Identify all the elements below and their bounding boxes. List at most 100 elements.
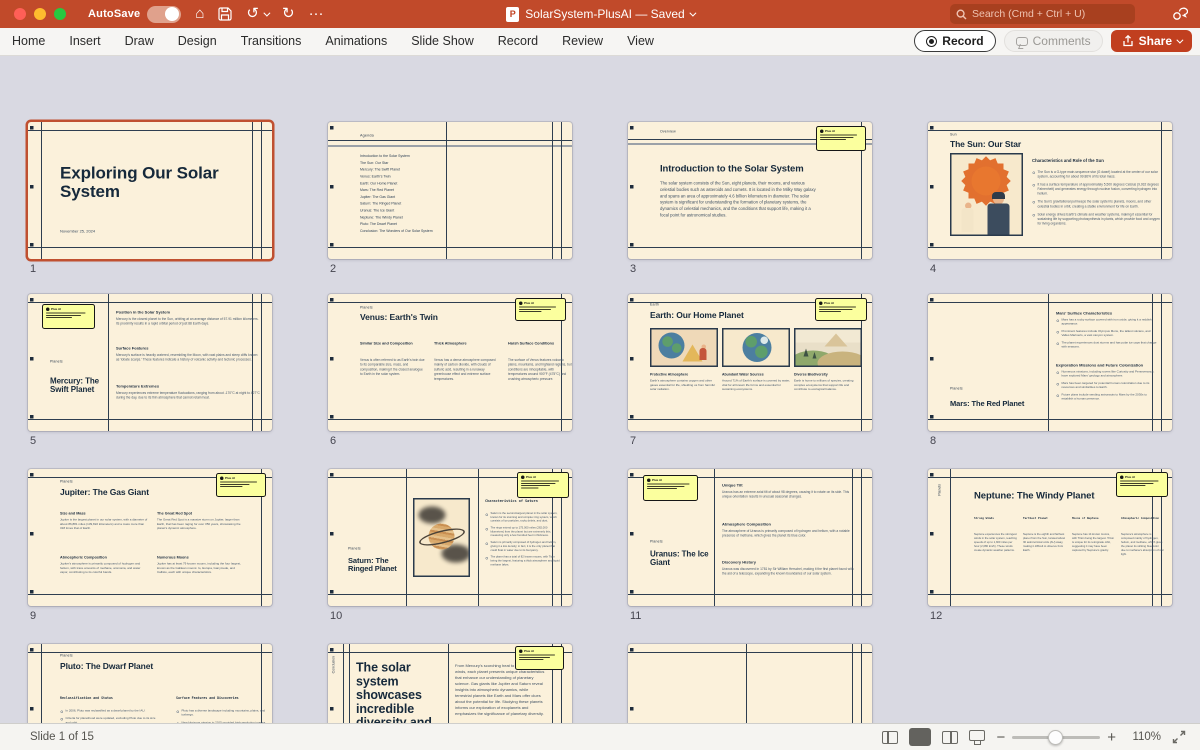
tab-draw[interactable]: Draw xyxy=(113,28,166,55)
column-heading: Atmospheric Composition xyxy=(1121,517,1164,526)
powerpoint-window: AutoSave ⌂ ↺ ↻ ··· P SolarSystem-PlusAI … xyxy=(0,0,1200,750)
biodiversity-landscape-illustration xyxy=(794,328,862,367)
slide-show-icon[interactable] xyxy=(969,730,985,741)
plusai-note[interactable]: Plus AI xyxy=(815,298,867,321)
plusai-logo-icon xyxy=(519,302,523,306)
minimize-button[interactable] xyxy=(34,8,46,20)
slide-thumbnail-6[interactable]: Planets Venus: Earth's Twin Similar Size… xyxy=(328,294,572,431)
plusai-note-label: Plus AI xyxy=(51,308,61,311)
zoom-slider-thumb[interactable] xyxy=(1048,730,1063,745)
plusai-note[interactable]: Plus AI xyxy=(816,126,866,151)
document-title: SolarSystem-PlusAI — Saved xyxy=(525,7,684,21)
slide-number-9: 9 xyxy=(30,610,36,622)
redo-icon[interactable]: ↻ xyxy=(282,0,295,28)
plusai-note[interactable]: Plus AI xyxy=(515,646,564,670)
slide-thumbnail-1[interactable]: Exploring Our Solar System November 25, … xyxy=(28,122,272,259)
slide-number-3: 3 xyxy=(630,263,636,275)
column-body: Earth's atmosphere contains oxygen and o… xyxy=(650,379,719,392)
plusai-note-label: Plus AI xyxy=(524,302,534,305)
tab-home[interactable]: Home xyxy=(0,28,57,55)
presenter-coach-icon[interactable] xyxy=(1171,5,1188,27)
slide6-kicker: Planets xyxy=(360,306,373,310)
column-heading: Surface Features and Discoveries xyxy=(176,696,266,700)
slide5-kicker: Planets xyxy=(50,360,63,364)
column-body: Around 71% of Earth's surface is covered… xyxy=(722,379,791,392)
plusai-note[interactable]: Plus AI xyxy=(216,473,266,497)
section-bullets: Numerous missions, including rovers like… xyxy=(1056,370,1158,401)
slide13-title: Pluto: The Dwarf Planet xyxy=(60,662,220,671)
plusai-note[interactable]: Plus AI xyxy=(515,298,566,321)
slide-sorter-grid: Exploring Our Solar System November 25, … xyxy=(0,56,1200,723)
tab-slide-show[interactable]: Slide Show xyxy=(399,28,486,55)
normal-view-icon[interactable] xyxy=(882,731,898,744)
record-button[interactable]: Record xyxy=(914,30,995,52)
tab-view[interactable]: View xyxy=(615,28,666,55)
plusai-note[interactable]: Plus AI xyxy=(1116,472,1168,497)
autosave-toggle[interactable] xyxy=(147,6,181,23)
slide-sorter-view-icon[interactable] xyxy=(909,728,931,746)
status-bar: Slide 1 of 15 − + 110% xyxy=(0,723,1200,750)
tab-animations[interactable]: Animations xyxy=(313,28,399,55)
tab-review[interactable]: Review xyxy=(550,28,615,55)
slide-counter: Slide 1 of 15 xyxy=(30,731,94,743)
slide-number-11: 11 xyxy=(630,610,641,622)
search-input[interactable] xyxy=(972,8,1122,20)
slide-thumbnail-2[interactable]: Agenda Introduction to the Solar SystemT… xyxy=(328,122,572,259)
comments-button[interactable]: Comments xyxy=(1004,30,1103,52)
slide-thumbnail-12[interactable]: Planets Neptune: The Windy Planet Strong… xyxy=(928,469,1172,606)
plusai-note-label: Plus AI xyxy=(524,650,534,653)
plusai-logo-icon xyxy=(647,479,651,483)
slide2-header: Agenda xyxy=(360,133,374,138)
ribbon-tab-bar: Home Insert Draw Design Transitions Anim… xyxy=(0,28,1200,56)
home-icon[interactable]: ⌂ xyxy=(195,0,204,28)
slide-thumbnail-10[interactable]: Planets Saturn: The Ringed Planet Charac… xyxy=(328,469,572,606)
slide-thumbnail-5[interactable]: Plus AI Planets Mercury: The Swift Plane… xyxy=(28,294,272,431)
save-icon[interactable] xyxy=(218,7,232,21)
close-button[interactable] xyxy=(14,8,26,20)
slide4-heading: Characteristics and Role of the Sun xyxy=(1032,158,1157,163)
plusai-note[interactable]: Plus AI xyxy=(517,472,569,498)
slide-number-5: 5 xyxy=(30,435,36,447)
tab-insert[interactable]: Insert xyxy=(57,28,112,55)
fullscreen-button[interactable] xyxy=(54,8,66,20)
slide-thumbnail-7[interactable]: Earth Earth: Our Home Planet xyxy=(628,294,872,431)
zoom-level: 110% xyxy=(1127,731,1161,743)
fit-to-window-icon[interactable] xyxy=(1172,730,1186,744)
zoom-in-button[interactable]: + xyxy=(1107,730,1116,745)
plusai-logo-icon xyxy=(1120,476,1124,480)
more-commands-icon[interactable]: ··· xyxy=(309,0,324,28)
zoom-out-button[interactable]: − xyxy=(996,730,1005,745)
slide-thumbnail-4[interactable]: Sun The Sun: Our Star Characteristics an… xyxy=(928,122,1172,259)
slide4-bullets: The Sun is a G-type main-sequence star (… xyxy=(1032,170,1160,229)
slide-number-4: 4 xyxy=(930,263,936,275)
section-body: Mercury's surface is heavily cratered, r… xyxy=(116,353,260,362)
column-heading: Abundant Water Sources xyxy=(722,373,791,377)
undo-icon[interactable]: ↺ xyxy=(246,0,259,28)
slide10-heading: Characteristics of Saturn xyxy=(485,499,560,503)
column-body: Venus has a dense atmosphere composed ma… xyxy=(434,358,500,382)
plusai-note[interactable]: Plus AI xyxy=(42,304,95,329)
column-heading: Farthest Planet xyxy=(1023,517,1066,526)
plusai-note[interactable]: Plus AI xyxy=(643,475,698,501)
slide-number-2: 2 xyxy=(330,263,336,275)
tab-design[interactable]: Design xyxy=(166,28,229,55)
comments-button-label: Comments xyxy=(1033,34,1091,48)
column-heading: Harsh Surface Conditions xyxy=(508,341,572,351)
quad-heading: The Great Red Spot xyxy=(157,511,246,516)
undo-chevron-icon[interactable] xyxy=(263,9,270,16)
slide11-title: Uranus: The Ice Giant xyxy=(650,550,709,567)
slide-thumbnail-9[interactable]: Planets Jupiter: The Gas Giant Size and … xyxy=(28,469,272,606)
titlebar: AutoSave ⌂ ↺ ↻ ··· P SolarSystem-PlusAI … xyxy=(0,0,1200,28)
tab-transitions[interactable]: Transitions xyxy=(229,28,314,55)
slide9-kicker: Planets xyxy=(60,480,73,484)
earth-globe-illustration xyxy=(722,328,790,367)
slide-thumbnail-8[interactable]: Planets Mars: The Red Planet Mars' Surfa… xyxy=(928,294,1172,431)
document-title-menu[interactable]: P SolarSystem-PlusAI — Saved xyxy=(506,7,693,22)
share-button[interactable]: Share xyxy=(1111,30,1192,52)
slide-thumbnail-3[interactable]: Overview Introduction to the Solar Syste… xyxy=(628,122,872,259)
tab-record[interactable]: Record xyxy=(486,28,550,55)
reading-view-icon[interactable] xyxy=(942,731,958,744)
zoom-slider[interactable] xyxy=(1012,736,1100,739)
quad-body: Jupiter is the largest planet in our sol… xyxy=(60,518,149,531)
slide-thumbnail-11[interactable]: Plus AI Planets Uranus: The Ice Giant Un… xyxy=(628,469,872,606)
